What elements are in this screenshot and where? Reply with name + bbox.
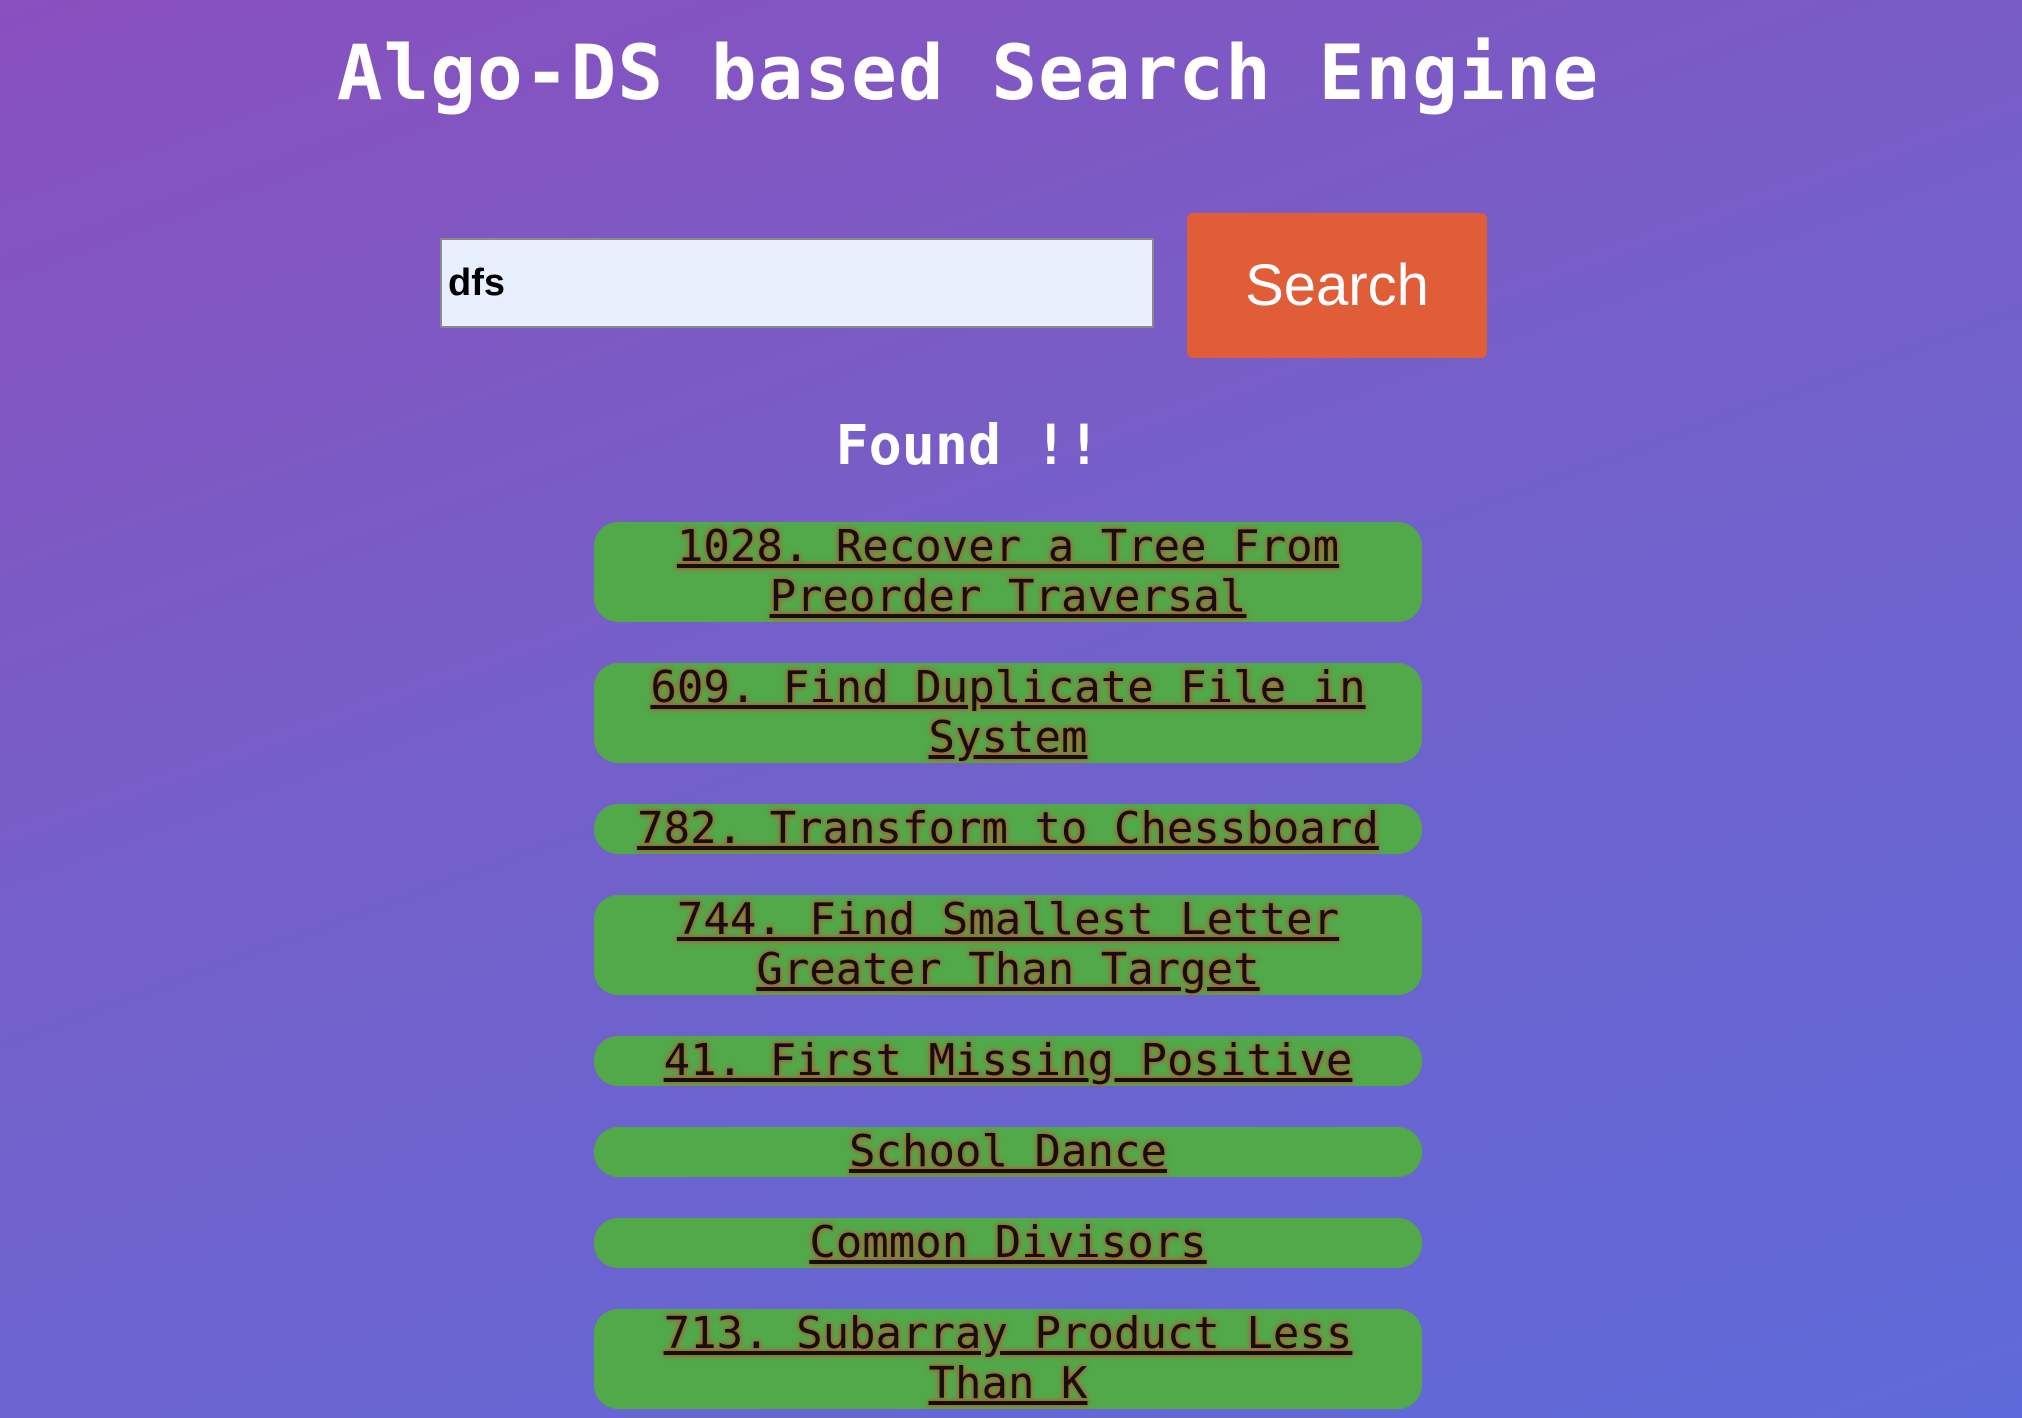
result-link[interactable]: 1028. Recover a Tree From Preorder Trave… — [602, 522, 1414, 622]
result-link[interactable]: School Dance — [849, 1127, 1167, 1177]
result-item: 41. First Missing Positive — [594, 1036, 1422, 1086]
page-title: Algo-DS based Search Engine — [336, 28, 1600, 117]
result-link[interactable]: 744. Find Smallest Letter Greater Than T… — [602, 895, 1414, 995]
result-item: School Dance — [594, 1127, 1422, 1177]
result-item: 713. Subarray Product Less Than K — [594, 1309, 1422, 1409]
result-item: 1028. Recover a Tree From Preorder Trave… — [594, 522, 1422, 622]
result-link[interactable]: 782. Transform to Chessboard — [637, 804, 1379, 854]
result-item: 782. Transform to Chessboard — [594, 804, 1422, 854]
result-link[interactable]: 609. Find Duplicate File in System — [602, 663, 1414, 763]
result-link[interactable]: Common Divisors — [809, 1218, 1206, 1268]
search-input[interactable] — [440, 238, 1154, 328]
search-button[interactable]: Search — [1187, 213, 1487, 358]
result-link[interactable]: 713. Subarray Product Less Than K — [602, 1309, 1414, 1409]
result-link[interactable]: 41. First Missing Positive — [664, 1036, 1353, 1086]
result-item: 744. Find Smallest Letter Greater Than T… — [594, 895, 1422, 995]
results-heading: Found !! — [835, 413, 1101, 477]
result-item: 609. Find Duplicate File in System — [594, 663, 1422, 763]
result-item: Common Divisors — [594, 1218, 1422, 1268]
